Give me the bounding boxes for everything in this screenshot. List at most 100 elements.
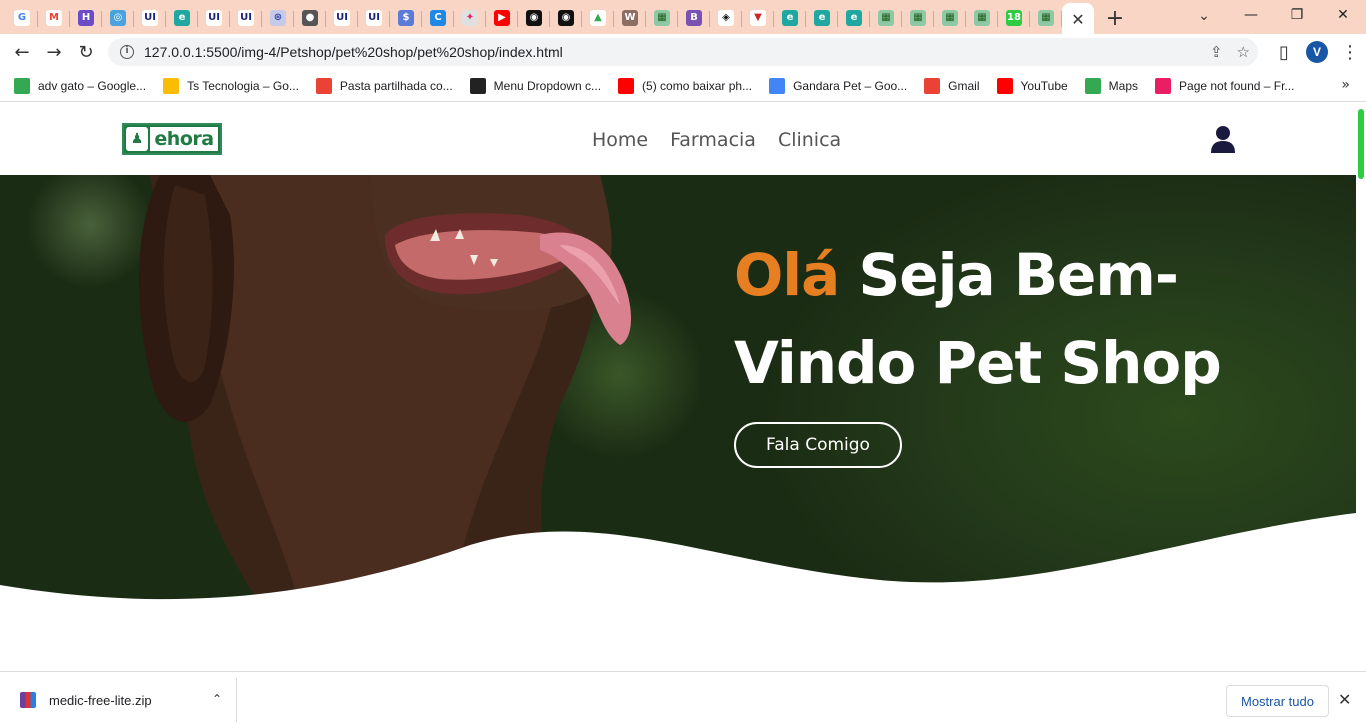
browser-tab[interactable]: e <box>838 3 870 33</box>
browser-tab[interactable]: UI <box>358 3 390 33</box>
browser-tab[interactable]: $ <box>390 3 422 33</box>
side-panel-icon[interactable]: ▯ <box>1268 36 1300 68</box>
browser-tab[interactable]: ◉ <box>518 3 550 33</box>
browser-tab[interactable]: UI <box>198 3 230 33</box>
info-icon[interactable]: i <box>120 45 134 59</box>
page-scrollbar[interactable] <box>1356 103 1366 671</box>
bookmark-item[interactable]: Ts Tecnologia – Go... <box>163 77 299 94</box>
bookmark-item[interactable]: Gandara Pet – Goo... <box>769 77 908 94</box>
browser-tab[interactable]: ▲ <box>582 3 614 33</box>
browser-tab[interactable]: ◉ <box>550 3 582 33</box>
browser-tab[interactable]: ▦ <box>870 3 902 33</box>
bookmark-item[interactable]: (5) como baixar ph... <box>618 77 753 94</box>
youtube-icon <box>996 77 1013 94</box>
reload-button[interactable]: ↻ <box>70 36 102 68</box>
new-tab-button[interactable]: + <box>1100 3 1130 33</box>
browser-tab[interactable]: ▶ <box>486 3 518 33</box>
address-bar[interactable]: i 127.0.0.1:5500/img-4/Petshop/pet%20sho… <box>108 38 1258 66</box>
bookmark-star-icon[interactable]: ☆ <box>1237 43 1250 61</box>
close-window-button[interactable]: ✕ <box>1320 0 1366 30</box>
menu-item-farmacia[interactable]: Farmacia <box>670 129 756 151</box>
menu-item-clinica[interactable]: Clinica <box>778 129 841 151</box>
browser-tab[interactable]: UI <box>134 3 166 33</box>
spreadsheet-icon: ▦ <box>974 10 990 26</box>
browser-tab[interactable]: ▦ <box>966 3 998 33</box>
hero-banner: Olá Seja Bem-Vindo Pet Shop Fala Comigo <box>0 175 1356 671</box>
active-tab[interactable]: ✕ <box>1062 3 1094 35</box>
spreadsheet-icon: ▦ <box>942 10 958 26</box>
browser-tab[interactable]: ▦ <box>1030 3 1062 33</box>
forward-button[interactable]: → <box>38 36 70 68</box>
browser-tab[interactable]: ✦ <box>454 3 486 33</box>
browser-tab[interactable]: ▦ <box>646 3 678 33</box>
bookmark-item[interactable]: Pasta partilhada co... <box>315 77 453 94</box>
ui-icon: UI <box>238 10 254 26</box>
edge-icon: e <box>782 10 798 26</box>
edge-icon: e <box>174 10 190 26</box>
browser-tab[interactable]: ▼ <box>742 3 774 33</box>
bookmarks-overflow-icon[interactable]: » <box>1341 77 1350 93</box>
minimize-button[interactable]: — <box>1228 0 1274 30</box>
tab-search-button[interactable]: ⌄ <box>1188 4 1220 28</box>
bookmark-item[interactable]: adv gato – Google... <box>14 77 147 94</box>
menu-item-home[interactable]: Home <box>592 129 648 151</box>
bookmark-item[interactable]: Page not found – Fr... <box>1155 77 1294 94</box>
download-item[interactable]: medic-free-lite.zip ⌃ <box>0 678 237 722</box>
h-icon: H <box>78 10 94 26</box>
bookmark-label: Gmail <box>948 78 980 93</box>
tab-strip: G M H ◎ UI e UI UI ⊛ ● UI UI $ C ✦ ▶ ◉ ◉ ▲ W ▦ B ◈ ▼ e e e ▦ ▦ ▦ ▦ 18 ▦ ✕… <box>0 0 1366 35</box>
c-icon: C <box>430 10 446 26</box>
tab-list: G M H ◎ UI e UI UI ⊛ ● UI UI $ C ✦ ▶ ◉ ◉ ▲ W ▦ B ◈ ▼ e e e ▦ ▦ ▦ ▦ 18 ▦ ✕… <box>6 2 1130 35</box>
browser-tab[interactable]: H <box>70 3 102 33</box>
browser-tab[interactable]: ⊛ <box>262 3 294 33</box>
scrollbar-thumb[interactable] <box>1358 109 1364 179</box>
browser-tab[interactable]: ◎ <box>102 3 134 33</box>
bookmark-label: Menu Dropdown c... <box>493 78 602 93</box>
download-filename: medic-free-lite.zip <box>49 692 152 708</box>
browser-tab[interactable]: C <box>422 3 454 33</box>
maximize-button[interactable]: ❐ <box>1274 0 1320 30</box>
browser-tab[interactable]: UI <box>326 3 358 33</box>
back-button[interactable]: ← <box>6 36 38 68</box>
bookmark-item[interactable]: Gmail <box>924 77 980 94</box>
site-header: ♟ ehora Home Farmacia Clinica <box>0 103 1356 175</box>
bookmark-item[interactable]: YouTube <box>996 77 1068 94</box>
browser-tab[interactable]: ● <box>294 3 326 33</box>
edge-icon: e <box>814 10 830 26</box>
browser-tab[interactable]: ◈ <box>710 3 742 33</box>
browser-tab[interactable]: e <box>166 3 198 33</box>
fala-comigo-button[interactable]: Fala Comigo <box>734 422 902 468</box>
browser-tab[interactable]: B <box>678 3 710 33</box>
profile-avatar[interactable]: V <box>1306 41 1328 63</box>
window-controls: — ❐ ✕ <box>1228 0 1366 30</box>
colorful-icon <box>1155 77 1172 94</box>
share-icon[interactable]: ⇪ <box>1210 43 1223 61</box>
main-menu: Home Farmacia Clinica <box>592 129 841 151</box>
browser-tab[interactable]: G <box>6 3 38 33</box>
bookmark-item[interactable]: Menu Dropdown c... <box>469 77 602 94</box>
close-icon[interactable]: ✕ <box>1338 690 1351 709</box>
browser-menu-icon[interactable]: ⋮ <box>1334 36 1366 68</box>
browser-tab[interactable]: e <box>806 3 838 33</box>
browser-tab[interactable]: M <box>38 3 70 33</box>
show-all-downloads-button[interactable]: Mostrar tudo <box>1226 685 1329 717</box>
circle-app-icon: ◎ <box>110 10 126 26</box>
spreadsheet-icon: ▦ <box>910 10 926 26</box>
bookmark-label: Gandara Pet – Goo... <box>793 78 908 93</box>
url-text[interactable]: 127.0.0.1:5500/img-4/Petshop/pet%20shop/… <box>144 44 563 60</box>
browser-tab[interactable]: UI <box>230 3 262 33</box>
browser-tab[interactable]: ▦ <box>902 3 934 33</box>
chevron-up-icon[interactable]: ⌃ <box>212 692 222 706</box>
site-logo[interactable]: ♟ ehora <box>122 123 222 155</box>
bookmark-label: adv gato – Google... <box>38 78 147 93</box>
close-tab-icon[interactable]: ✕ <box>1071 10 1084 29</box>
browser-tab[interactable]: ▦ <box>934 3 966 33</box>
logo-text: ehora <box>150 127 218 151</box>
bookmark-label: (5) como baixar ph... <box>642 78 753 93</box>
browser-tab[interactable]: 18 <box>998 3 1030 33</box>
browser-tab[interactable]: e <box>774 3 806 33</box>
brand-icon: W <box>622 10 638 26</box>
user-icon[interactable] <box>1210 125 1236 153</box>
bookmark-item[interactable]: Maps <box>1084 77 1138 94</box>
browser-tab[interactable]: W <box>614 3 646 33</box>
